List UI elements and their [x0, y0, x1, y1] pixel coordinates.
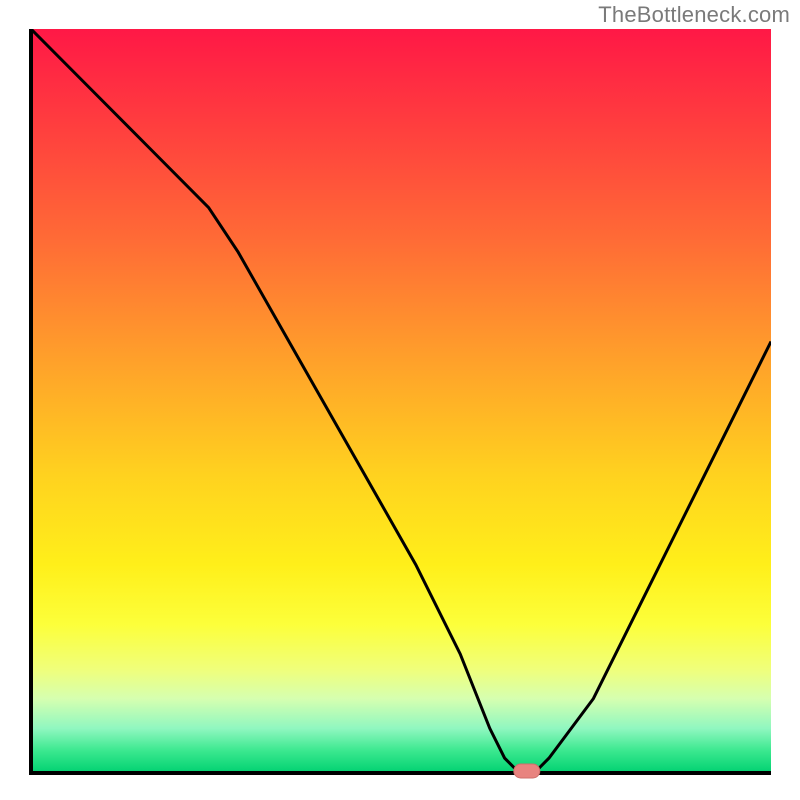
optimum-marker — [514, 764, 540, 778]
bottleneck-chart — [0, 0, 800, 800]
chart-stage: TheBottleneck.com — [0, 0, 800, 800]
